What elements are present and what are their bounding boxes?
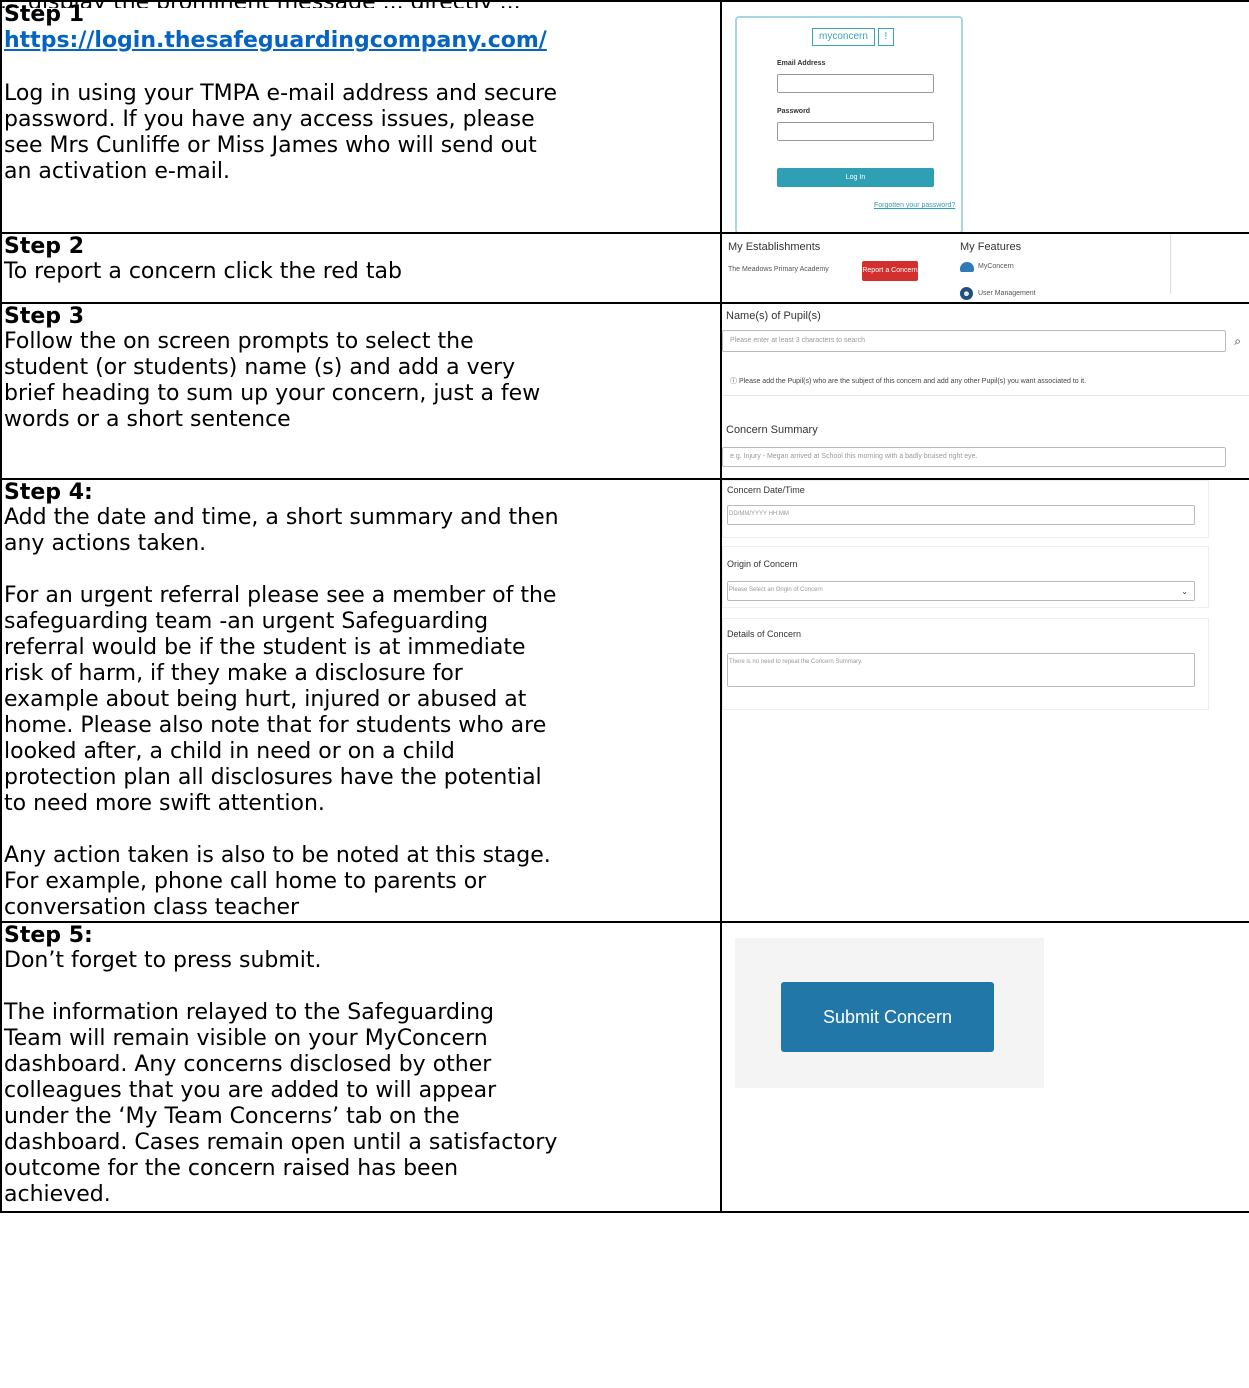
step-1-screenshot: myconcern ! Email Address Password Log I…	[720, 0, 1249, 234]
details-heading: Details of Concern	[727, 629, 802, 639]
step-3-line: words or a short sentence	[4, 407, 291, 432]
step-4-line: any actions taken.	[4, 531, 207, 556]
step-4-text: Step 4: Add the date and time, a short s…	[0, 478, 722, 923]
divider	[723, 395, 1249, 396]
step-4-title: Step 4:	[4, 480, 93, 505]
user-icon: ☻	[960, 287, 973, 300]
step-5-line: dashboard. Any concerns disclosed by oth…	[4, 1052, 492, 1077]
step-1-line: see Mrs Cunliffe or Miss James who will …	[4, 133, 537, 158]
my-establishments-heading: My Establishments	[728, 241, 821, 253]
step-4-line: looked after, a child in need or on a ch…	[4, 739, 455, 764]
step-5-screenshot: Submit Concern	[720, 921, 1249, 1213]
concern-summary-placeholder: e.g. Injury - Megan arrived at School th…	[730, 453, 978, 460]
datetime-input[interactable]	[727, 505, 1195, 525]
origin-heading: Origin of Concern	[727, 559, 798, 569]
login-card: myconcern ! Email Address Password Log I…	[735, 16, 963, 231]
datetime-placeholder: DD/MM/YYYY HH:MM	[729, 511, 789, 517]
my-features-heading: My Features	[960, 241, 1022, 253]
submit-concern-button[interactable]: Submit Concern	[781, 982, 994, 1052]
myconcern-icon	[960, 262, 974, 272]
feature-user-management[interactable]: User Management	[978, 290, 1036, 297]
step-5-line: Team will remain visible on your MyConce…	[4, 1026, 488, 1051]
step-4-line: Add the date and time, a short summary a…	[4, 505, 559, 530]
step-4-line: For an urgent referral please see a memb…	[4, 583, 557, 608]
step-3-screenshot: Name(s) of Pupil(s) Please enter at leas…	[720, 302, 1249, 480]
step-5-line: colleagues that you are added to will ap…	[4, 1078, 497, 1103]
step-3-line: student (or students) name (s) and add a…	[4, 355, 516, 380]
step-2-row: Step 2 To report a concern click the red…	[0, 232, 1249, 304]
exclamation-icon: !	[877, 28, 894, 46]
report-concern-button[interactable]: Report a Concern	[862, 261, 918, 281]
step-5-line: achieved.	[4, 1182, 111, 1207]
step-1-line: password. If you have any access issues,…	[4, 107, 535, 132]
pupil-search-placeholder: Please enter at least 3 characters to se…	[730, 337, 866, 344]
establishment-name: The Meadows Primary Academy	[728, 266, 829, 273]
step-4-line: safeguarding team -an urgent Safeguardin…	[4, 609, 489, 634]
step-4-line: example about being hurt, injured or abu…	[4, 687, 527, 712]
details-panel: Details of Concern There is no need to r…	[723, 618, 1209, 710]
step-5-row: Step 5: Don’t forget to press submit. Th…	[0, 921, 1249, 1213]
step-4-line: to need more swift attention.	[4, 791, 325, 816]
step-5-text: Step 5: Don’t forget to press submit. Th…	[0, 921, 722, 1213]
step-1-line: an activation e-mail.	[4, 159, 230, 184]
step-2-line: To report a concern click the red tab	[4, 259, 402, 284]
step-3-line: brief heading to sum up your concern, ju…	[4, 381, 541, 406]
step-4-line: referral would be if the student is at i…	[4, 635, 526, 660]
datetime-heading: Concern Date/Time	[727, 485, 805, 495]
concern-form-top: Name(s) of Pupil(s) Please enter at leas…	[723, 305, 1249, 467]
step-5-line: The information relayed to the Safeguard…	[4, 1000, 495, 1025]
step-4-line: risk of harm, if they make a disclosure …	[4, 661, 463, 686]
logo-wordmark: myconcern	[812, 28, 875, 46]
chevron-down-icon: ⌄	[1181, 587, 1188, 596]
step-4-screenshot: Concern Date/Time DD/MM/YYYY HH:MM Origi…	[720, 478, 1249, 923]
step-5-line: Don’t forget to press submit.	[4, 948, 322, 973]
step-4-line: home. Please also note that for students…	[4, 713, 547, 738]
datetime-panel: Concern Date/Time DD/MM/YYYY HH:MM	[723, 481, 1209, 538]
concern-summary-heading: Concern Summary	[726, 424, 818, 436]
step-4-line: For example, phone call home to parents …	[4, 869, 487, 894]
dashboard-snippet: My Establishments The Meadows Primary Ac…	[723, 235, 1171, 300]
myconcern-logo: myconcern !	[812, 28, 894, 46]
email-label: Email Address	[777, 60, 826, 67]
login-url-link[interactable]: https://login.thesafeguardingcompany.com…	[4, 27, 720, 55]
step-3-title: Step 3	[4, 304, 84, 329]
password-field[interactable]	[777, 122, 934, 141]
step-1-line: Log in using your TMPA e-mail address an…	[4, 81, 558, 106]
step-1-text: Step 1 https://login.thesafeguardingcomp…	[0, 0, 722, 234]
email-field[interactable]	[777, 74, 934, 93]
step-4-line: conversation class teacher	[4, 895, 300, 920]
submit-area: Submit Concern	[735, 938, 1044, 1088]
forgot-password-link[interactable]: Forgotten your password?	[874, 202, 955, 209]
step-2-screenshot: My Establishments The Meadows Primary Ac…	[720, 232, 1249, 304]
step-5-title: Step 5:	[4, 923, 93, 948]
password-label: Password	[777, 108, 811, 115]
step-5-line: outcome for the concern raised has been	[4, 1156, 459, 1181]
step-3-text: Step 3 Follow the on screen prompts to s…	[0, 302, 722, 480]
search-icon[interactable]: ⌕	[1234, 334, 1241, 349]
pupils-heading: Name(s) of Pupil(s)	[726, 310, 821, 322]
details-placeholder: There is no need to repeat the Concern S…	[729, 659, 863, 665]
pupil-info-text: ⓘ Please add the Pupil(s) who are the su…	[730, 378, 1087, 385]
step-2-title: Step 2	[4, 234, 84, 259]
step-3-line: Follow the on screen prompts to select t…	[4, 329, 474, 354]
step-3-row: Step 3 Follow the on screen prompts to s…	[0, 302, 1249, 480]
step-4-row: Step 4: Add the date and time, a short s…	[0, 478, 1249, 923]
step-4-line: Any action taken is also to be noted at …	[4, 843, 551, 868]
document: ... display the prominent message ... di…	[0, 0, 1249, 1388]
steps-table: Step 1 https://login.thesafeguardingcomp…	[0, 0, 1249, 1213]
step-5-line: dashboard. Cases remain open until a sat…	[4, 1130, 558, 1155]
step-2-text: Step 2 To report a concern click the red…	[0, 232, 722, 304]
step-1-title: Step 1	[4, 2, 84, 27]
feature-myconcern[interactable]: MyConcern	[978, 263, 1014, 270]
login-button[interactable]: Log In	[777, 168, 934, 187]
step-5-line: under the ‘My Team Concerns’ tab on the	[4, 1104, 460, 1129]
step-1-row: Step 1 https://login.thesafeguardingcomp…	[0, 0, 1249, 234]
origin-panel: Origin of Concern ⌄ Please Select an Ori…	[723, 546, 1209, 608]
step-4-line: protection plan all disclosures have the…	[4, 765, 542, 790]
origin-placeholder: Please Select an Origin of Concern	[729, 587, 823, 593]
